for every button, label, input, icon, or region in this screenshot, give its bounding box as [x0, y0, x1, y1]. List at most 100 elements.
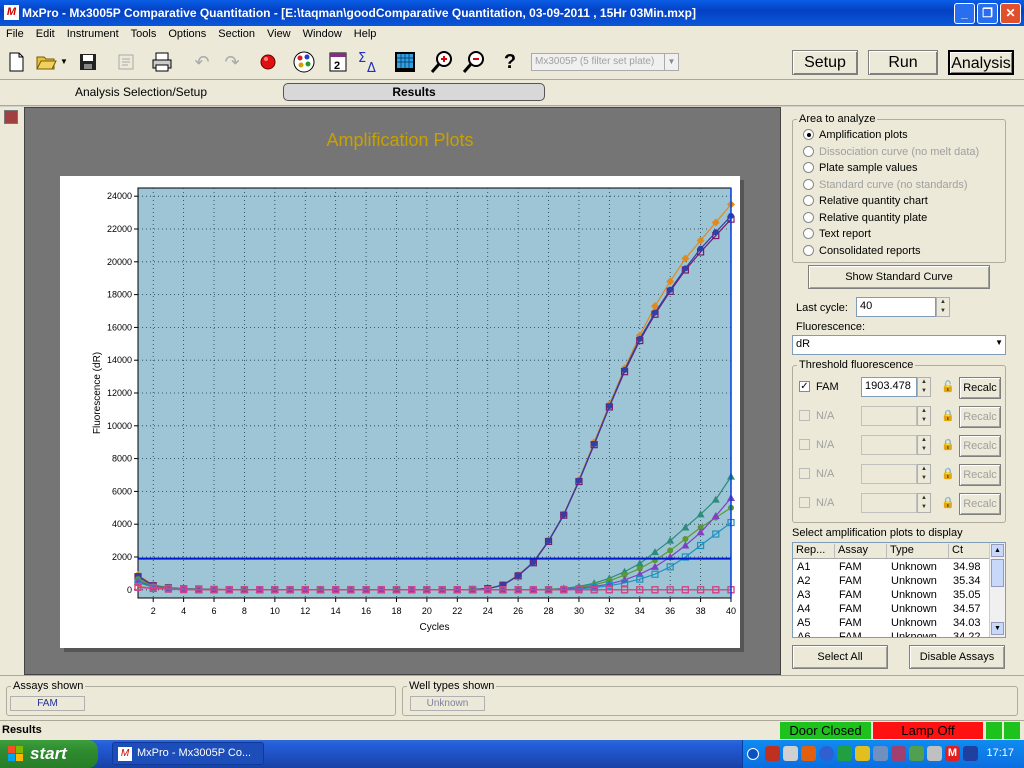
last-cycle-spinner[interactable]: ▲ ▼: [936, 297, 950, 317]
tray-app-icon[interactable]: [783, 746, 798, 761]
radio-option-2[interactable]: Plate sample values: [803, 162, 917, 178]
column-header-ct[interactable]: Ct: [949, 544, 991, 558]
column-header-type[interactable]: Type: [887, 544, 949, 558]
scroll-up-icon[interactable]: ▲: [991, 544, 1004, 557]
radio-option-6[interactable]: Text report: [803, 228, 871, 244]
disable-assays-button[interactable]: Disable Assays: [909, 645, 1005, 669]
taskbar-item-mxpro[interactable]: M MxPro - Mx3005P Co...: [112, 742, 264, 765]
radio-dot-icon[interactable]: [803, 244, 814, 256]
new-file-icon[interactable]: [4, 50, 28, 74]
radio-dot-icon[interactable]: [803, 162, 814, 173]
tray-volume-icon[interactable]: [927, 746, 942, 761]
plate-grid-icon[interactable]: [393, 50, 417, 74]
type-cell: Unknown: [891, 561, 937, 573]
padlock-icon[interactable]: 🔒: [941, 468, 955, 480]
tray-security-icon[interactable]: [963, 746, 978, 761]
scroll-thumb[interactable]: [991, 559, 1004, 587]
list-scrollbar[interactable]: ▲ ▼: [989, 543, 1005, 637]
record-icon[interactable]: [256, 50, 280, 74]
tray-globe-icon[interactable]: [819, 746, 834, 761]
menu-window[interactable]: Window: [297, 26, 348, 40]
analysis-button[interactable]: Analysis: [948, 50, 1014, 75]
zoom-out-icon[interactable]: [462, 50, 486, 74]
threshold-dye-label-3: N/A: [816, 468, 835, 480]
list-item[interactable]: A5 FAM Unknown 34.03: [793, 617, 991, 631]
column-header-replicate[interactable]: Rep...: [793, 544, 835, 558]
menu-file[interactable]: File: [0, 26, 30, 40]
padlock-icon[interactable]: 🔒: [941, 439, 955, 451]
plate-setup-icon[interactable]: [292, 50, 316, 74]
radio-option-4[interactable]: Relative quantity chart: [803, 195, 928, 211]
run-button[interactable]: Run: [868, 50, 938, 75]
tray-chevron-icon[interactable]: [747, 748, 759, 760]
setup-button[interactable]: Setup: [792, 50, 858, 75]
radio-dot-icon[interactable]: [803, 228, 814, 239]
maximize-button[interactable]: ❐: [977, 3, 998, 24]
radio-option-0[interactable]: Amplification plots: [803, 129, 908, 145]
padlock-icon[interactable]: 🔒: [941, 497, 955, 509]
chevron-down-icon: ▼: [664, 54, 678, 70]
minimize-button[interactable]: _: [954, 3, 975, 24]
fluorescence-select[interactable]: dR ▼: [792, 335, 1006, 355]
radio-dot-icon[interactable]: [803, 195, 814, 206]
well-types-shown-group: Well types shown: [402, 680, 1018, 716]
recalc-button-0[interactable]: Recalc: [959, 377, 1001, 399]
tab-analysis-setup[interactable]: Analysis Selection/Setup: [6, 83, 276, 101]
tray-shield-icon[interactable]: [837, 746, 852, 761]
menu-help[interactable]: Help: [348, 26, 383, 40]
show-standard-curve-button[interactable]: Show Standard Curve: [808, 265, 990, 289]
amplification-plot-list[interactable]: Rep... Assay Type Ct A1 FAM Unknown 34.98 A2…: [792, 542, 1006, 638]
sigma-delta-icon[interactable]: ΣΔ: [356, 50, 380, 76]
radio-dot-icon[interactable]: [803, 211, 814, 223]
assay-cell: FAM: [839, 589, 862, 601]
padlock-icon[interactable]: 🔒: [941, 410, 955, 422]
threshold-checkbox-2: [799, 439, 810, 450]
select-all-button[interactable]: Select All: [792, 645, 888, 669]
menu-view[interactable]: View: [261, 26, 297, 40]
menu-instrument[interactable]: Instrument: [61, 26, 125, 40]
radio-option-5[interactable]: Relative quantity plate: [803, 211, 927, 228]
threshold-spinner-0[interactable]: ▲ ▼: [917, 377, 931, 397]
scroll-down-icon[interactable]: ▼: [991, 622, 1004, 635]
open-folder-icon[interactable]: [34, 50, 58, 74]
start-button[interactable]: start: [0, 740, 98, 768]
list-item[interactable]: A4 FAM Unknown 34.57: [793, 603, 991, 617]
print-icon[interactable]: [150, 50, 174, 74]
menu-tools[interactable]: Tools: [125, 26, 163, 40]
list-item[interactable]: A6 FAM Unknown 34.22: [793, 631, 991, 637]
tray-network-icon[interactable]: [873, 746, 888, 761]
save-icon[interactable]: [76, 50, 100, 74]
open-dropdown-icon[interactable]: ▼: [58, 50, 70, 74]
list-item[interactable]: A3 FAM Unknown 35.05: [793, 589, 991, 603]
tray-update-icon[interactable]: [909, 746, 924, 761]
column-header-assay[interactable]: Assay: [835, 544, 887, 558]
tray-antivirus-icon[interactable]: [765, 746, 780, 761]
menu-section[interactable]: Section: [212, 26, 261, 40]
list-item[interactable]: A2 FAM Unknown 35.34: [793, 575, 991, 589]
calendar-icon[interactable]: 2: [326, 50, 350, 74]
tray-misc-icon[interactable]: [891, 746, 906, 761]
radio-dot-icon[interactable]: [803, 129, 814, 140]
tray-chrome-icon[interactable]: [855, 746, 870, 761]
list-item[interactable]: A1 FAM Unknown 34.98: [793, 561, 991, 575]
assay-cell: FAM: [839, 561, 862, 573]
threshold-checkbox-0[interactable]: ✓: [799, 381, 810, 392]
threshold-value-input-0[interactable]: 1903.478: [861, 377, 917, 397]
close-button[interactable]: ✕: [1000, 3, 1021, 24]
well-type-chip-unknown[interactable]: Unknown: [410, 696, 485, 711]
panel-corner-icon[interactable]: [4, 110, 18, 124]
threshold-value-input-2: [861, 435, 917, 455]
tray-m-icon[interactable]: M: [945, 746, 960, 761]
unlocked-padlock-icon[interactable]: 🔓: [941, 381, 955, 393]
threshold-value-input-4: [861, 493, 917, 513]
menu-options[interactable]: Options: [162, 26, 212, 40]
replicate-cell: A2: [797, 575, 811, 587]
last-cycle-input[interactable]: 40: [856, 297, 936, 317]
tray-firefox-icon[interactable]: [801, 746, 816, 761]
radio-option-7[interactable]: Consolidated reports: [803, 244, 921, 261]
menu-edit[interactable]: Edit: [30, 26, 61, 40]
tab-results[interactable]: Results: [283, 83, 545, 101]
help-icon[interactable]: ?: [498, 50, 522, 74]
zoom-in-icon[interactable]: [430, 50, 454, 74]
assay-chip-fam[interactable]: FAM: [10, 696, 85, 711]
